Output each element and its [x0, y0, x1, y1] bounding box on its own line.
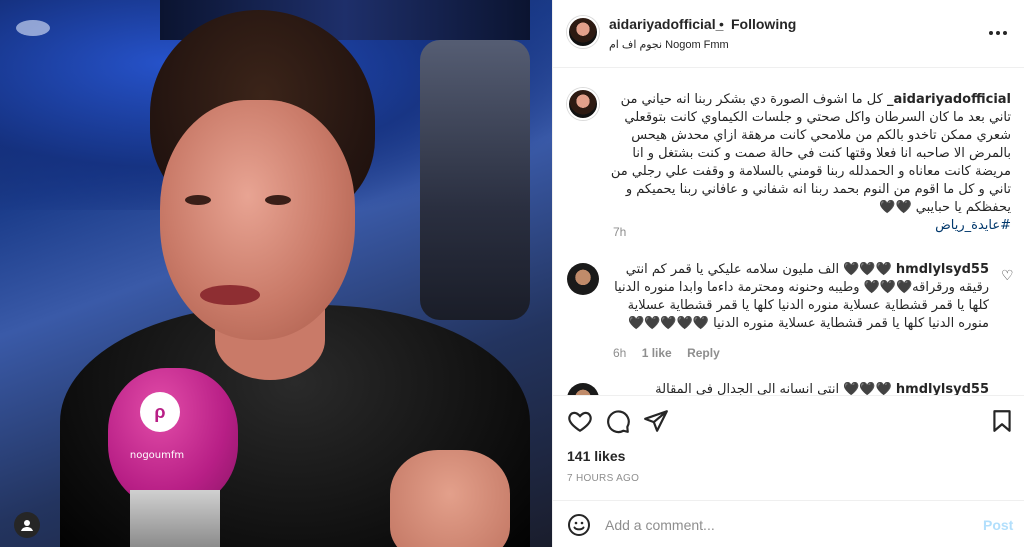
post-timestamp: 7 HOURS AGO: [567, 473, 640, 484]
comment-item: hmdlylsyd55 🖤🖤🖤 الف مليون سلامه عليكي يا…: [609, 261, 989, 333]
caption-author-avatar[interactable]: [567, 88, 599, 120]
microphone-stand: [130, 490, 220, 547]
post-location[interactable]: نجوم اف ام Nogom Fmm: [609, 38, 729, 51]
comment-age: 6h: [613, 346, 627, 360]
caption-username[interactable]: aidariyadofficial_: [887, 92, 1011, 107]
post-details-panel: aidariyadofficial_ • Following نجوم اف ا…: [552, 0, 1024, 547]
author-username[interactable]: aidariyadofficial_: [609, 16, 723, 32]
post-header: aidariyadofficial_ • Following نجوم اف ا…: [553, 0, 1024, 68]
caption-text: كل ما اشوف الصورة دي بشكر ربنا انه حياني…: [610, 92, 1011, 215]
comments-list[interactable]: aidariyadofficial_ كل ما اشوف الصورة دي …: [553, 69, 1024, 395]
person-eye-left: [185, 195, 211, 205]
microphone: [108, 368, 238, 508]
caption-hashtag[interactable]: #عايدة_رياض: [935, 218, 1011, 233]
tagged-user-icon[interactable]: [14, 512, 40, 538]
comment-meta: 6h 1 like Reply: [613, 346, 720, 360]
likes-count[interactable]: 141 likes: [567, 448, 625, 464]
post-actions: [553, 395, 1024, 445]
mic-logo-icon: ρ: [140, 392, 180, 432]
background-pillar: [420, 40, 530, 320]
person-eye-right: [265, 195, 291, 205]
comment-input[interactable]: Add a comment...: [605, 517, 715, 533]
comment-avatar[interactable]: [567, 263, 599, 295]
save-bookmark-icon[interactable]: [989, 408, 1015, 434]
person-mouth: [200, 285, 260, 305]
post-comment-button[interactable]: Post: [983, 517, 1013, 533]
comment-reply-button[interactable]: Reply: [687, 346, 720, 360]
post-photo[interactable]: ρ nogoumfm: [0, 0, 552, 547]
background-logo: [16, 20, 50, 36]
like-heart-icon[interactable]: [567, 408, 593, 434]
share-icon[interactable]: [643, 408, 669, 434]
more-options-icon[interactable]: [989, 26, 1009, 40]
author-avatar[interactable]: [567, 16, 599, 48]
following-button[interactable]: Following: [731, 16, 796, 32]
comment-likes[interactable]: 1 like: [642, 346, 672, 360]
comment-avatar[interactable]: [567, 383, 599, 395]
header-separator: •: [719, 16, 724, 32]
comment-icon[interactable]: [605, 408, 631, 434]
comment-username[interactable]: hmdlylsyd55: [896, 382, 989, 395]
comment-username[interactable]: hmdlylsyd55: [896, 262, 989, 277]
person-hand: [390, 450, 510, 547]
mic-brand: nogoumfm: [129, 450, 185, 461]
add-comment-bar: Add a comment... Post: [553, 500, 1024, 547]
emoji-icon[interactable]: [567, 513, 591, 537]
comment-like-heart-icon[interactable]: ♡: [1001, 267, 1014, 284]
person-face: [160, 100, 355, 340]
caption-age: 7h: [613, 225, 627, 239]
comment-item: hmdlylsyd55 🖤🖤🖤 انتي انسانه الي الجدال ف…: [609, 381, 989, 395]
post-caption: aidariyadofficial_ كل ما اشوف الصورة دي …: [609, 91, 1011, 235]
